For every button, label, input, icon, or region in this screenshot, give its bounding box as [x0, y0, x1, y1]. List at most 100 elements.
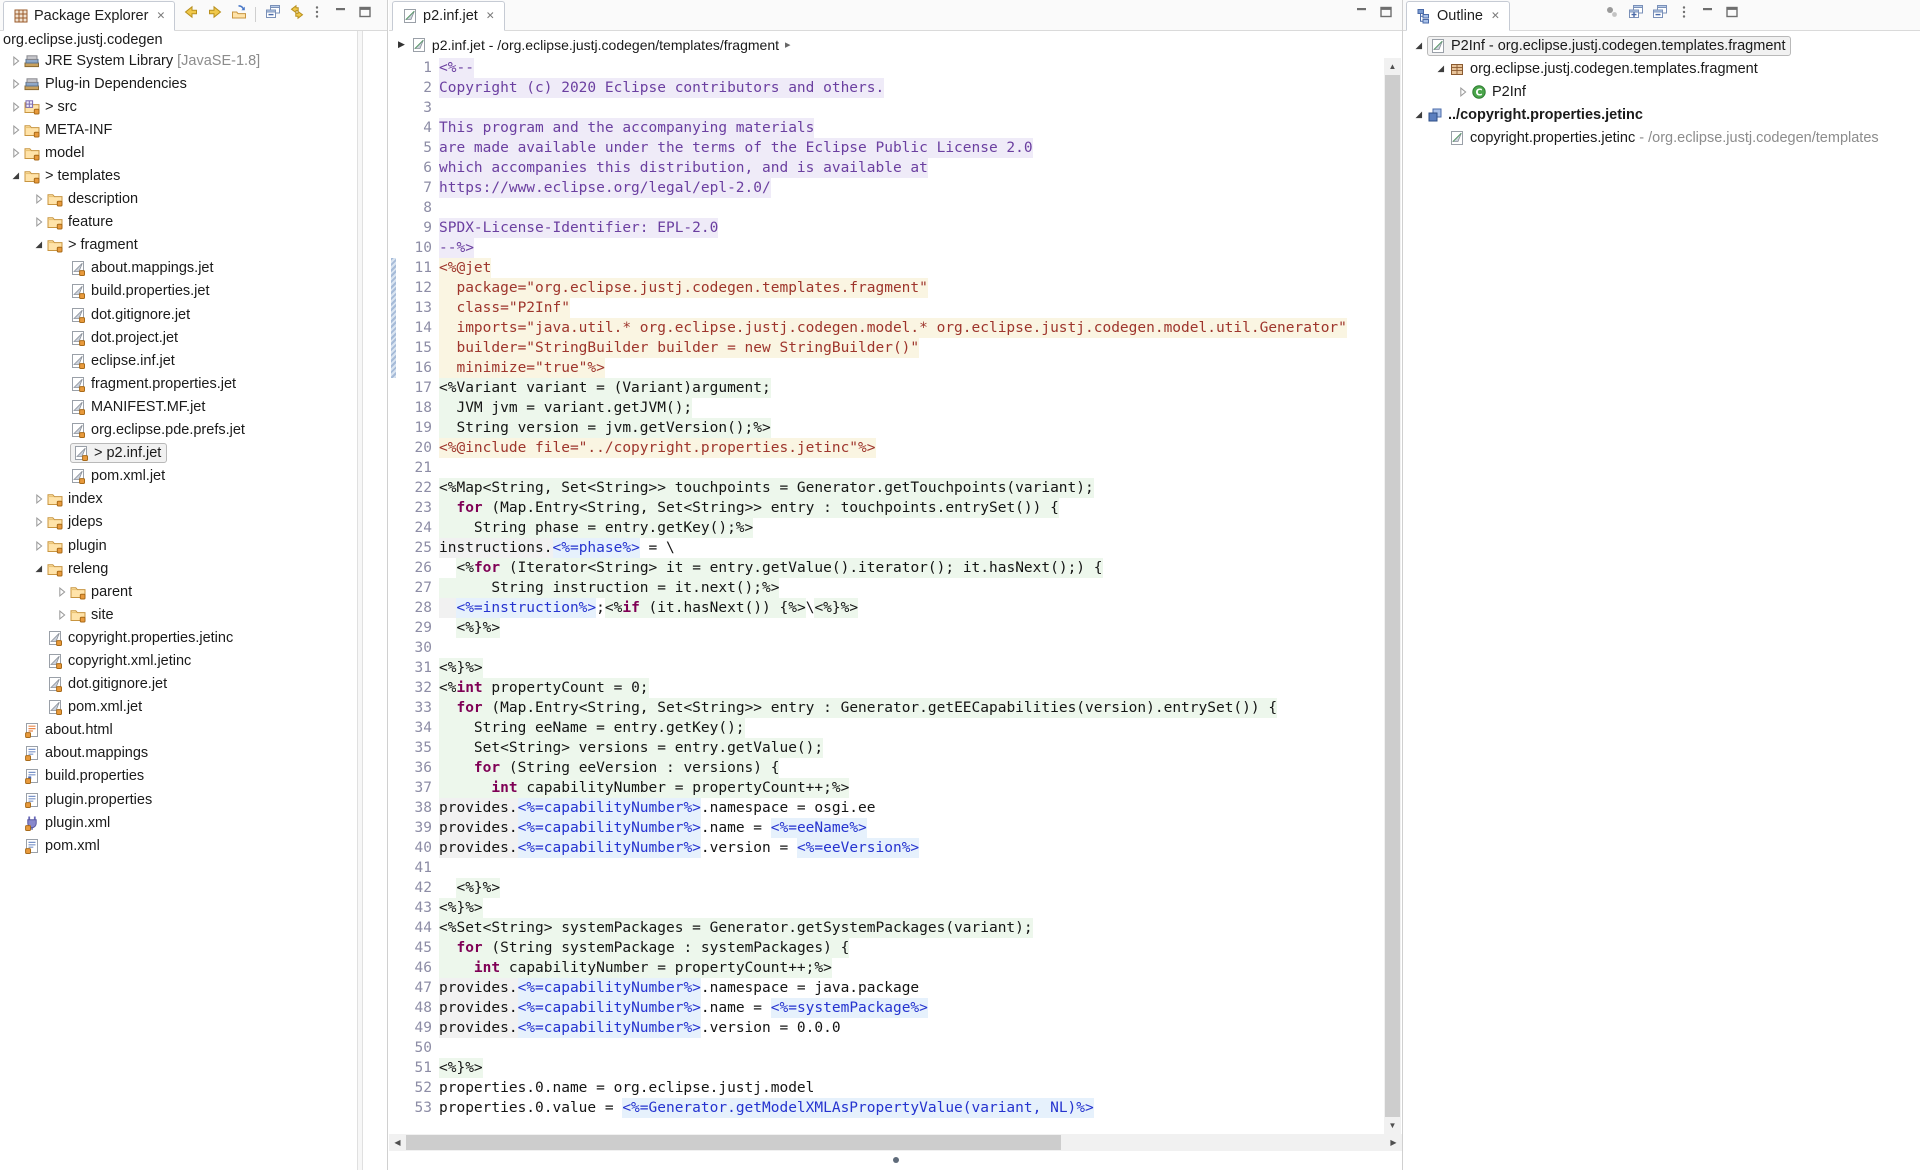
code-line-14[interactable]: 14 imports="java.util.* org.eclipse.just… — [389, 318, 1384, 338]
up-button[interactable] — [228, 4, 249, 25]
tree-item-description[interactable]: description — [0, 188, 379, 211]
code-line-29[interactable]: 29 <%}%> — [389, 618, 1384, 638]
tree-item-p2-inf-jet[interactable]: > p2.inf.jet — [0, 442, 379, 465]
tree-item-dot-gitignore-jet[interactable]: dot.gitignore.jet — [0, 303, 379, 326]
close-icon[interactable]: ✕ — [486, 10, 495, 22]
code-line-23[interactable]: 23 for (Map.Entry<String, Set<String>> e… — [389, 498, 1384, 518]
scroll-right-button[interactable]: ▶ — [1385, 1134, 1402, 1151]
expand-twistie-icon[interactable] — [8, 122, 24, 138]
expand-twistie-icon[interactable] — [31, 514, 47, 530]
code-line-35[interactable]: 35 Set<String> versions = entry.getValue… — [389, 738, 1384, 758]
code-line-10[interactable]: 10--%> — [389, 238, 1384, 258]
tree-item-copyright-properties-jetinc[interactable]: copyright.properties.jetinc - /org.eclip… — [1403, 126, 1920, 149]
collapse-twistie-icon[interactable] — [8, 168, 24, 184]
code-line-52[interactable]: 52properties.0.name = org.eclipse.justj.… — [389, 1078, 1384, 1098]
horizontal-scrollbar[interactable]: ◀ ▶ — [389, 1134, 1402, 1151]
code-line-45[interactable]: 45 for (String systemPackage : systemPac… — [389, 938, 1384, 958]
expand-twistie-icon[interactable] — [8, 99, 24, 115]
tree-item-pom-xml-jet[interactable]: pom.xml.jet — [0, 696, 379, 719]
code-line-38[interactable]: 38provides.<%=capabilityNumber%>.namespa… — [389, 798, 1384, 818]
expand-twistie-icon[interactable] — [8, 145, 24, 161]
tree-item-pom-xml[interactable]: pom.xml — [0, 834, 379, 857]
focus-button[interactable] — [1601, 4, 1622, 25]
tree-item-feature[interactable]: feature — [0, 211, 379, 234]
tree-item-jre-system-library[interactable]: JRE System Library [JavaSE-1.8] — [0, 49, 379, 72]
collapse-twistie-icon[interactable] — [1433, 61, 1449, 77]
close-icon[interactable]: ✕ — [1491, 10, 1500, 22]
code-line-3[interactable]: 3 — [389, 98, 1384, 118]
back-button[interactable] — [180, 4, 201, 25]
scroll-down-button[interactable]: ▼ — [1384, 1117, 1401, 1134]
scroll-up-button[interactable]: ▲ — [1384, 58, 1401, 75]
tree-item-copyright-properties-jetinc[interactable]: ../copyright.properties.jetinc — [1403, 103, 1920, 126]
tree-item-org-eclipse-justj-codegen-templates-fragment[interactable]: org.eclipse.justj.codegen.templates.frag… — [1403, 57, 1920, 80]
tree-item-dot-project-jet[interactable]: dot.project.jet — [0, 326, 379, 349]
collapse-twistie-icon[interactable] — [31, 561, 47, 577]
code-line-43[interactable]: 43<%}%> — [389, 898, 1384, 918]
code-line-37[interactable]: 37 int capabilityNumber = propertyCount+… — [389, 778, 1384, 798]
vertical-scrollbar[interactable]: ▲ ▼ — [1384, 58, 1401, 1134]
maximize-button[interactable] — [1375, 4, 1396, 25]
code-line-12[interactable]: 12 package="org.eclipse.justj.codegen.te… — [389, 278, 1384, 298]
tree-item-meta-inf[interactable]: META-INF — [0, 118, 379, 141]
tree-item-copyright-properties-jetinc[interactable]: copyright.properties.jetinc — [0, 626, 379, 649]
scroll-left-button[interactable]: ◀ — [389, 1134, 406, 1151]
code-line-17[interactable]: 17<%Variant variant = (Variant)argument; — [389, 378, 1384, 398]
collapse-twistie-icon[interactable] — [31, 237, 47, 253]
code-line-18[interactable]: 18 JVM jvm = variant.getJVM(); — [389, 398, 1384, 418]
code-line-28[interactable]: 28 <%=instruction%>;<%if (it.hasNext()) … — [389, 598, 1384, 618]
code-line-8[interactable]: 8 — [389, 198, 1384, 218]
expand-twistie-icon[interactable] — [8, 53, 24, 69]
code-line-47[interactable]: 47provides.<%=capabilityNumber%>.namespa… — [389, 978, 1384, 998]
code-line-26[interactable]: 26 <%for (Iterator<String> it = entry.ge… — [389, 558, 1384, 578]
tree-item-build-properties[interactable]: build.properties — [0, 765, 379, 788]
tree-item-fragment[interactable]: > fragment — [0, 234, 379, 257]
breadcrumb-item[interactable]: p2.inf.jet - /org.eclipse.justj.codegen/… — [432, 37, 779, 53]
tree-item-model[interactable]: model — [0, 141, 379, 164]
expand-twistie-icon[interactable] — [54, 584, 70, 600]
expand-twistie-icon[interactable] — [8, 76, 24, 92]
expand-twistie-icon[interactable] — [31, 191, 47, 207]
code-line-13[interactable]: 13 class="P2Inf" — [389, 298, 1384, 318]
code-line-4[interactable]: 4This program and the accompanying mater… — [389, 118, 1384, 138]
tree-item-src[interactable]: > src — [0, 95, 379, 118]
tree-item-parent[interactable]: parent — [0, 580, 379, 603]
minimize-button[interactable] — [1351, 4, 1372, 25]
forward-button[interactable] — [204, 4, 225, 25]
minimize-button[interactable] — [1697, 4, 1718, 25]
collapse-twistie-icon[interactable] — [1411, 38, 1427, 54]
project-label[interactable]: org.eclipse.justj.codegen — [0, 32, 379, 49]
expand-twistie-icon[interactable] — [1455, 84, 1471, 100]
breadcrumb-expand-icon[interactable]: ▶ — [398, 39, 405, 50]
collapse-twistie-icon[interactable] — [1411, 107, 1427, 123]
code-line-19[interactable]: 19 String version = jvm.getVersion();%> — [389, 418, 1384, 438]
tree-item-about-mappings[interactable]: about.mappings — [0, 742, 379, 765]
code-line-25[interactable]: 25instructions.<%=phase%> = \ — [389, 538, 1384, 558]
code-line-49[interactable]: 49provides.<%=capabilityNumber%>.version… — [389, 1018, 1384, 1038]
code-line-30[interactable]: 30 — [389, 638, 1384, 658]
scrollbar-thumb[interactable] — [1385, 75, 1400, 1117]
tree-item-p2inf-org-eclipse-justj-codegen-templates-fragment[interactable]: P2Inf - org.eclipse.justj.codegen.templa… — [1403, 34, 1920, 57]
code-line-51[interactable]: 51<%}%> — [389, 1058, 1384, 1078]
link-with-editor-button[interactable] — [286, 4, 307, 25]
close-icon[interactable]: ✕ — [156, 10, 165, 22]
code-line-31[interactable]: 31<%}%> — [389, 658, 1384, 678]
code-line-2[interactable]: 2Copyright (c) 2020 Eclipse contributors… — [389, 78, 1384, 98]
tree-item-plugin-properties[interactable]: plugin.properties — [0, 788, 379, 811]
view-tab-outline[interactable]: Outline ✕ — [1406, 1, 1510, 31]
tree-item-p2inf[interactable]: CP2Inf — [1403, 80, 1920, 103]
tree-item-build-properties-jet[interactable]: build.properties.jet — [0, 280, 379, 303]
tree-item-about-html[interactable]: about.html — [0, 719, 379, 742]
code-line-6[interactable]: 6which accompanies this distribution, an… — [389, 158, 1384, 178]
tree-item-index[interactable]: index — [0, 488, 379, 511]
code-line-39[interactable]: 39provides.<%=capabilityNumber%>.name = … — [389, 818, 1384, 838]
view-menu-button[interactable] — [306, 4, 327, 25]
tree-item-eclipse-inf-jet[interactable]: eclipse.inf.jet — [0, 349, 379, 372]
collapse-all-button[interactable] — [262, 4, 283, 25]
expand-twistie-icon[interactable] — [31, 214, 47, 230]
tree-item-manifest-mf-jet[interactable]: MANIFEST.MF.jet — [0, 395, 379, 418]
code-line-1[interactable]: 1<%-- — [389, 58, 1384, 78]
tree-item-about-mappings-jet[interactable]: about.mappings.jet — [0, 257, 379, 280]
scrollbar-thumb[interactable] — [406, 1135, 1061, 1150]
code-editor[interactable]: 1<%--2Copyright (c) 2020 Eclipse contrib… — [389, 58, 1384, 1118]
